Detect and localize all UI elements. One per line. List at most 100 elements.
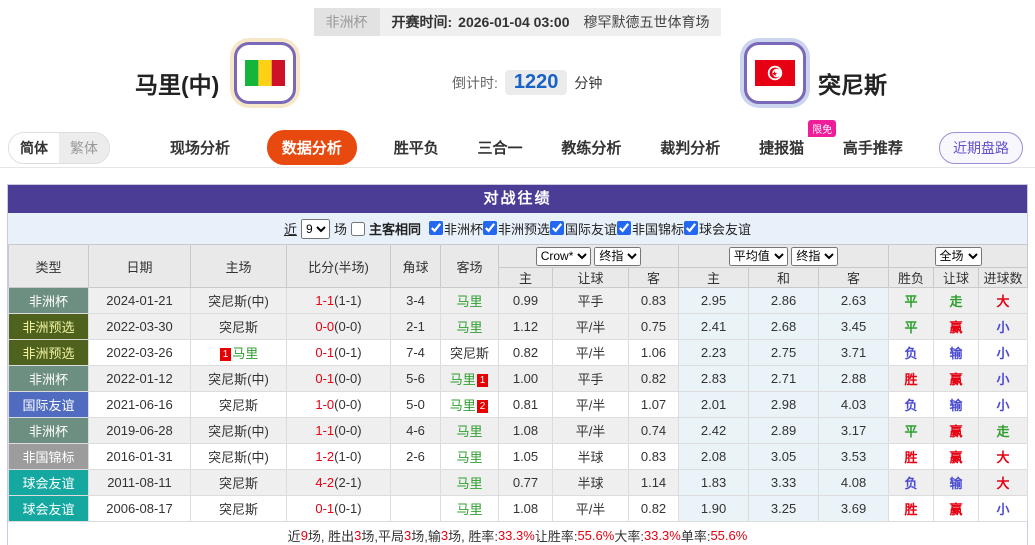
result-text: 胜 [904,502,918,517]
team-name-link[interactable]: 突尼斯(中) [208,424,269,439]
competition-label: 球会友谊 [699,221,752,237]
cell-eu-draw: 2.75 [748,339,820,366]
countdown: 倒计时: 1220 分钟 [452,70,602,95]
halftime-score: (0-0) [334,423,362,438]
cell-result-wdl: 胜 [888,443,935,470]
cell-home-team: 1 马里 [190,339,287,366]
h2h-row: 非洲预选 2022-03-30 突尼斯 0-0(0-0) 2-1 马里 1.12 平/半 0.7… [8,313,1029,340]
halftime-score: (0-1) [334,345,362,360]
cell-result-goals: 大 [978,469,1029,496]
team-name-link[interactable]: 突尼斯 [219,320,258,335]
nav-item-3[interactable]: 胜平负 [392,131,441,164]
cell-corner: 2-1 [390,313,441,340]
cell-eu-draw: 2.98 [748,391,820,418]
tunisia-flag: ★ [744,42,806,104]
language-toggle[interactable]: 简体 繁体 [8,131,110,164]
nav-item-1[interactable]: 现场分析 [168,131,232,164]
competition-checkbox-2[interactable] [483,221,497,236]
cell-ah-line: 平/半 [552,391,629,418]
result-text: 胜 [904,372,918,387]
cell-eu-draw: 3.25 [748,495,820,522]
cell-result-ah: 输 [933,391,980,418]
nav-item-5[interactable]: 教练分析 [559,131,623,164]
scope-select[interactable]: 全场 [934,246,982,266]
halftime-score: (2-1) [334,475,362,490]
col-eu-draw: 和 [748,267,820,288]
cell-result-wdl: 平 [888,313,935,340]
eu-select-group: 平均值 终指 [678,244,890,268]
competition-filters: 非洲杯 非洲预选 国际友谊 非国锦标 球会友谊 [428,219,752,239]
nav-item-4[interactable]: 三合一 [476,131,525,164]
lang-simplified[interactable]: 简体 [9,132,59,163]
cell-eu-home: 1.83 [678,469,750,496]
competition-checkbox-1[interactable] [428,221,443,236]
team-name-link[interactable]: 马里 [456,320,482,335]
team-name-link[interactable]: 突尼斯(中) [208,372,269,387]
competition-checkbox-5[interactable] [684,221,699,236]
team-name-link[interactable]: 马里 [450,372,476,387]
summary-part: 场, 胜出 [307,528,355,544]
recent-count-select[interactable]: 9 [300,218,330,239]
result-text: 走 [996,424,1010,439]
team-name-link[interactable]: 突尼斯(中) [208,294,269,309]
cell-home-team: 突尼斯 [190,391,287,418]
team-name-link[interactable]: 马里 [456,476,482,491]
col-eu-away: 客 [818,267,890,288]
cell-result-ah: 输 [933,469,980,496]
col-score: 比分(半场) [286,244,391,288]
recent-trend-button[interactable]: 近期盘路 [939,131,1023,164]
team-name-link[interactable]: 马里 [456,502,482,517]
red-card-badge: 1 [219,348,232,361]
result-text: 平 [904,294,918,309]
competition-label: 非国锦标 [632,221,685,237]
ah-stage-select[interactable]: 终指 [594,246,642,266]
result-text: 赢 [949,502,963,517]
cell-date: 2006-08-17 [88,495,191,522]
team-name-link[interactable]: 马里 [456,294,482,309]
red-card-badge: 2 [476,400,489,413]
lang-traditional[interactable]: 繁体 [59,132,109,163]
competition-checkbox-4[interactable] [617,221,632,236]
team-name-link[interactable]: 马里 [456,424,482,439]
team-name-link[interactable]: 马里 [232,346,258,361]
nav-item-6[interactable]: 裁判分析 [658,131,722,164]
fulltime-score: 4-2 [315,475,335,490]
cell-result-wdl: 负 [888,469,935,496]
league-badge: 非洲杯 [313,8,380,36]
cell-date: 2011-08-11 [88,469,191,496]
summary-part: 3 [354,527,362,543]
cell-competition-type: 非洲预选 [8,339,89,366]
result-text: 赢 [949,450,963,465]
cell-competition-type: 非洲预选 [8,313,89,340]
same-home-away-checkbox[interactable] [350,221,365,236]
home-team-name: 马里(中) [135,72,220,98]
h2h-row: 非国锦标 2016-01-31 突尼斯(中) 1-2(1-0) 2-6 马里 1.05 半球 0… [8,443,1029,470]
team-name-link[interactable]: 马里 [456,450,482,465]
team-name-link[interactable]: 马里 [450,398,476,413]
nav-item-7[interactable]: 捷报猫 限免 [757,120,837,164]
team-name-link[interactable]: 突尼斯 [219,502,258,517]
result-text: 赢 [949,372,963,387]
team-name-link[interactable]: 突尼斯 [219,476,258,491]
halftime-score: (0-0) [334,371,362,386]
eu-source-select[interactable]: 平均值 [728,246,788,266]
kickoff-time: 开赛时间: 2026-01-04 03:00 [391,14,570,30]
bookmaker-select[interactable]: Crow* [535,246,591,266]
nav-item-2[interactable]: 数据分析 [266,130,357,165]
fulltime-score: 0-1 [315,371,335,386]
cell-away-team: 马里 [440,495,499,522]
competition-checkbox-3[interactable] [550,221,565,236]
eu-stage-select[interactable]: 终指 [791,246,839,266]
team-name-link[interactable]: 突尼斯 [219,398,258,413]
cell-away-team: 突尼斯 [440,339,499,366]
cell-eu-away: 3.45 [818,313,890,340]
cell-eu-home: 2.23 [678,339,750,366]
team-name-link[interactable]: 突尼斯(中) [208,450,269,465]
summary-part: 55.6% [710,527,748,543]
h2h-title: 对战往绩 [8,185,1027,213]
team-name-link[interactable]: 突尼斯 [450,346,489,361]
competition-label: 非洲杯 [443,221,483,237]
nav-item-8[interactable]: 高手推荐 [841,131,905,164]
fulltime-score: 1-1 [315,293,335,308]
h2h-row: 非洲预选 2022-03-26 1 马里 0-1(0-1) 7-4 突尼斯 0.82 平/半 1.… [8,339,1029,366]
